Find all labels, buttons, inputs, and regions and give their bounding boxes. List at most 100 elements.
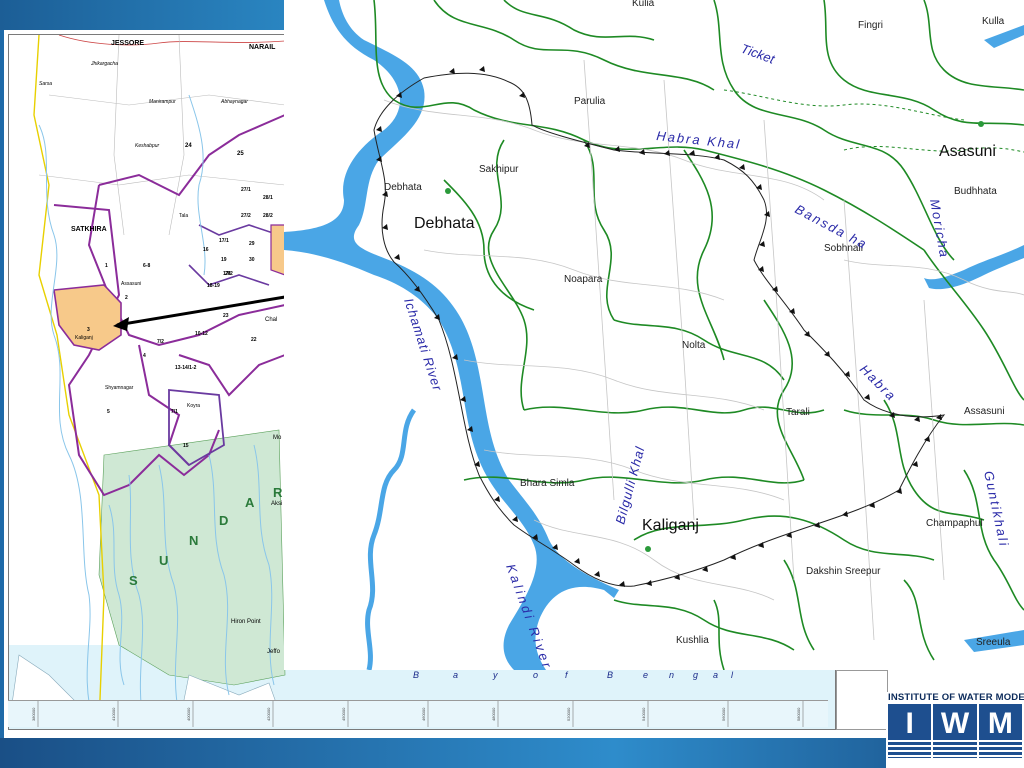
- international-border: [33, 35, 105, 726]
- polder-label: 25: [237, 151, 244, 157]
- grid-tick-label: 400000: [186, 707, 191, 721]
- logo-letter: M: [987, 707, 1013, 740]
- detail-map-canvas: Debhata Kaliganj Asasuni Kulia Fingri Ku…: [284, 0, 1024, 670]
- polder-label: 20: [225, 271, 231, 277]
- polder-label: 27/1: [241, 187, 251, 193]
- map-legend-box: [836, 670, 888, 730]
- grid-tick-label: 580000: [796, 707, 801, 721]
- highlighted-polder-east: [270, 224, 286, 276]
- upazila-label-asasuni: Asasuni: [939, 143, 996, 160]
- upazila-label-debhata: Debhata: [414, 215, 475, 232]
- detail-map: Debhata Kaliganj Asasuni Kulia Fingri Ku…: [284, 0, 1024, 670]
- polder-label: 28/1: [263, 195, 273, 201]
- district-label-satkhira: SATKHIRA: [71, 226, 107, 233]
- union-label: Sakhipur: [479, 164, 519, 175]
- polder-label: 29: [249, 241, 255, 247]
- union-label: Kulia: [632, 0, 655, 9]
- grid-coordinate-ruler: 380000 410000 400000 420000 450000 46000…: [8, 700, 828, 727]
- slide-side-bar: [0, 30, 4, 738]
- grid-tick-label: 420000: [266, 707, 271, 721]
- forest-label-letter: N: [189, 533, 198, 548]
- logo-tiles: I W M: [888, 704, 1022, 758]
- polder-label: 3: [87, 327, 90, 333]
- place-label: Keshabpur: [135, 143, 160, 149]
- logo-letter: W: [940, 707, 970, 740]
- union-label: Budhhata: [954, 186, 997, 197]
- district-label-jessore: JESSORE: [111, 40, 144, 47]
- union-label: Noapara: [564, 274, 603, 285]
- polder-label: 22: [251, 337, 257, 343]
- logo-tile-w: W: [933, 704, 977, 758]
- logo-tile-m: M: [978, 704, 1022, 758]
- slide-bottom-band: [0, 738, 1024, 768]
- polder-label: 19: [221, 257, 227, 263]
- place-label: Kaliganj: [75, 335, 93, 341]
- slide-top-band: [0, 0, 290, 30]
- union-label: Debhata: [384, 182, 422, 193]
- settlement-marker: [645, 546, 651, 552]
- union-label: Tarali: [786, 407, 810, 418]
- polder-label: 23: [223, 313, 229, 319]
- place-label: Sarsa: [39, 81, 52, 87]
- place-label: Mo: [273, 435, 282, 441]
- grid-tick-label: 480000: [491, 707, 496, 721]
- polder-label: 18-19: [207, 283, 220, 289]
- place-label: Aksi: [271, 501, 282, 507]
- polder-label: 15: [183, 443, 189, 449]
- place-label: Jeffo: [267, 649, 281, 655]
- place-label: Assasuni: [121, 281, 141, 287]
- union-label: Sreeula: [976, 637, 1011, 648]
- union-label: Parulia: [574, 96, 606, 107]
- sea-label-letter: a: [713, 670, 718, 680]
- polder-label: 27/2: [241, 213, 251, 219]
- union-label: Fingri: [858, 20, 883, 31]
- grid-tick-label: 520000: [566, 707, 571, 721]
- polder-label: 5: [107, 409, 110, 415]
- polder-label: 2: [125, 295, 128, 301]
- forest-label-letter: U: [159, 553, 168, 568]
- place-label: Tala: [179, 213, 188, 219]
- upazila-label-kaliganj: Kaliganj: [642, 517, 699, 534]
- place-label: Shyamnagar: [105, 385, 134, 391]
- sea-label-letter: B: [413, 670, 419, 680]
- place-label: Jhikargacha: [90, 61, 118, 67]
- polder-label: 7/2: [157, 339, 164, 345]
- place-label: Abhaynagar: [220, 99, 248, 105]
- polder-label: 28/2: [263, 213, 273, 219]
- polder-label: 4: [143, 353, 146, 359]
- place-label: Hiron Point: [231, 619, 261, 625]
- forest-label-letter: S: [129, 573, 138, 588]
- place-label: Manirampur: [149, 99, 176, 105]
- settlement-marker: [445, 188, 451, 194]
- forest-label-letter: A: [245, 495, 255, 510]
- union-label: Kushlia: [676, 635, 709, 646]
- place-label: Chal: [265, 317, 277, 323]
- polder-label: 6-8: [143, 263, 150, 269]
- sea-label-letter: g: [693, 670, 698, 680]
- grid-tick-label: 560000: [721, 707, 726, 721]
- sea-label-letter: o: [533, 670, 538, 680]
- iwm-logo: INSTITUTE OF WATER MODELLING I W M: [886, 692, 1024, 768]
- district-label-narail: NARAIL: [249, 44, 276, 51]
- grid-tick-label: 460000: [421, 707, 426, 721]
- logo-tile-i: I: [888, 704, 932, 758]
- forest-label-letter: R: [273, 485, 283, 500]
- union-label: Champaphul: [926, 518, 983, 529]
- union-label: Kulla: [982, 16, 1005, 27]
- sea-label-letter: B: [607, 670, 613, 680]
- union-label: Assasuni: [964, 406, 1005, 417]
- sea-label-letter: y: [492, 670, 498, 680]
- polder-label: 30: [249, 257, 255, 263]
- union-label: Dakshin Sreepur: [806, 566, 881, 577]
- settlement-marker: [978, 121, 984, 127]
- polder-label: 16: [203, 247, 209, 253]
- ruler-ticks: 380000 410000 400000 420000 450000 46000…: [31, 701, 804, 727]
- grid-tick-label: 450000: [341, 707, 346, 721]
- polder-label: 24: [185, 143, 192, 149]
- polder-label: 13-14/1-2: [175, 365, 197, 371]
- polder-label: 7/1: [171, 409, 178, 415]
- logo-org-name: INSTITUTE OF WATER MODELLING: [888, 692, 1024, 703]
- grid-tick-label: 380000: [31, 707, 36, 721]
- polder-label: 1: [105, 263, 108, 269]
- place-label: Koyra: [187, 403, 200, 409]
